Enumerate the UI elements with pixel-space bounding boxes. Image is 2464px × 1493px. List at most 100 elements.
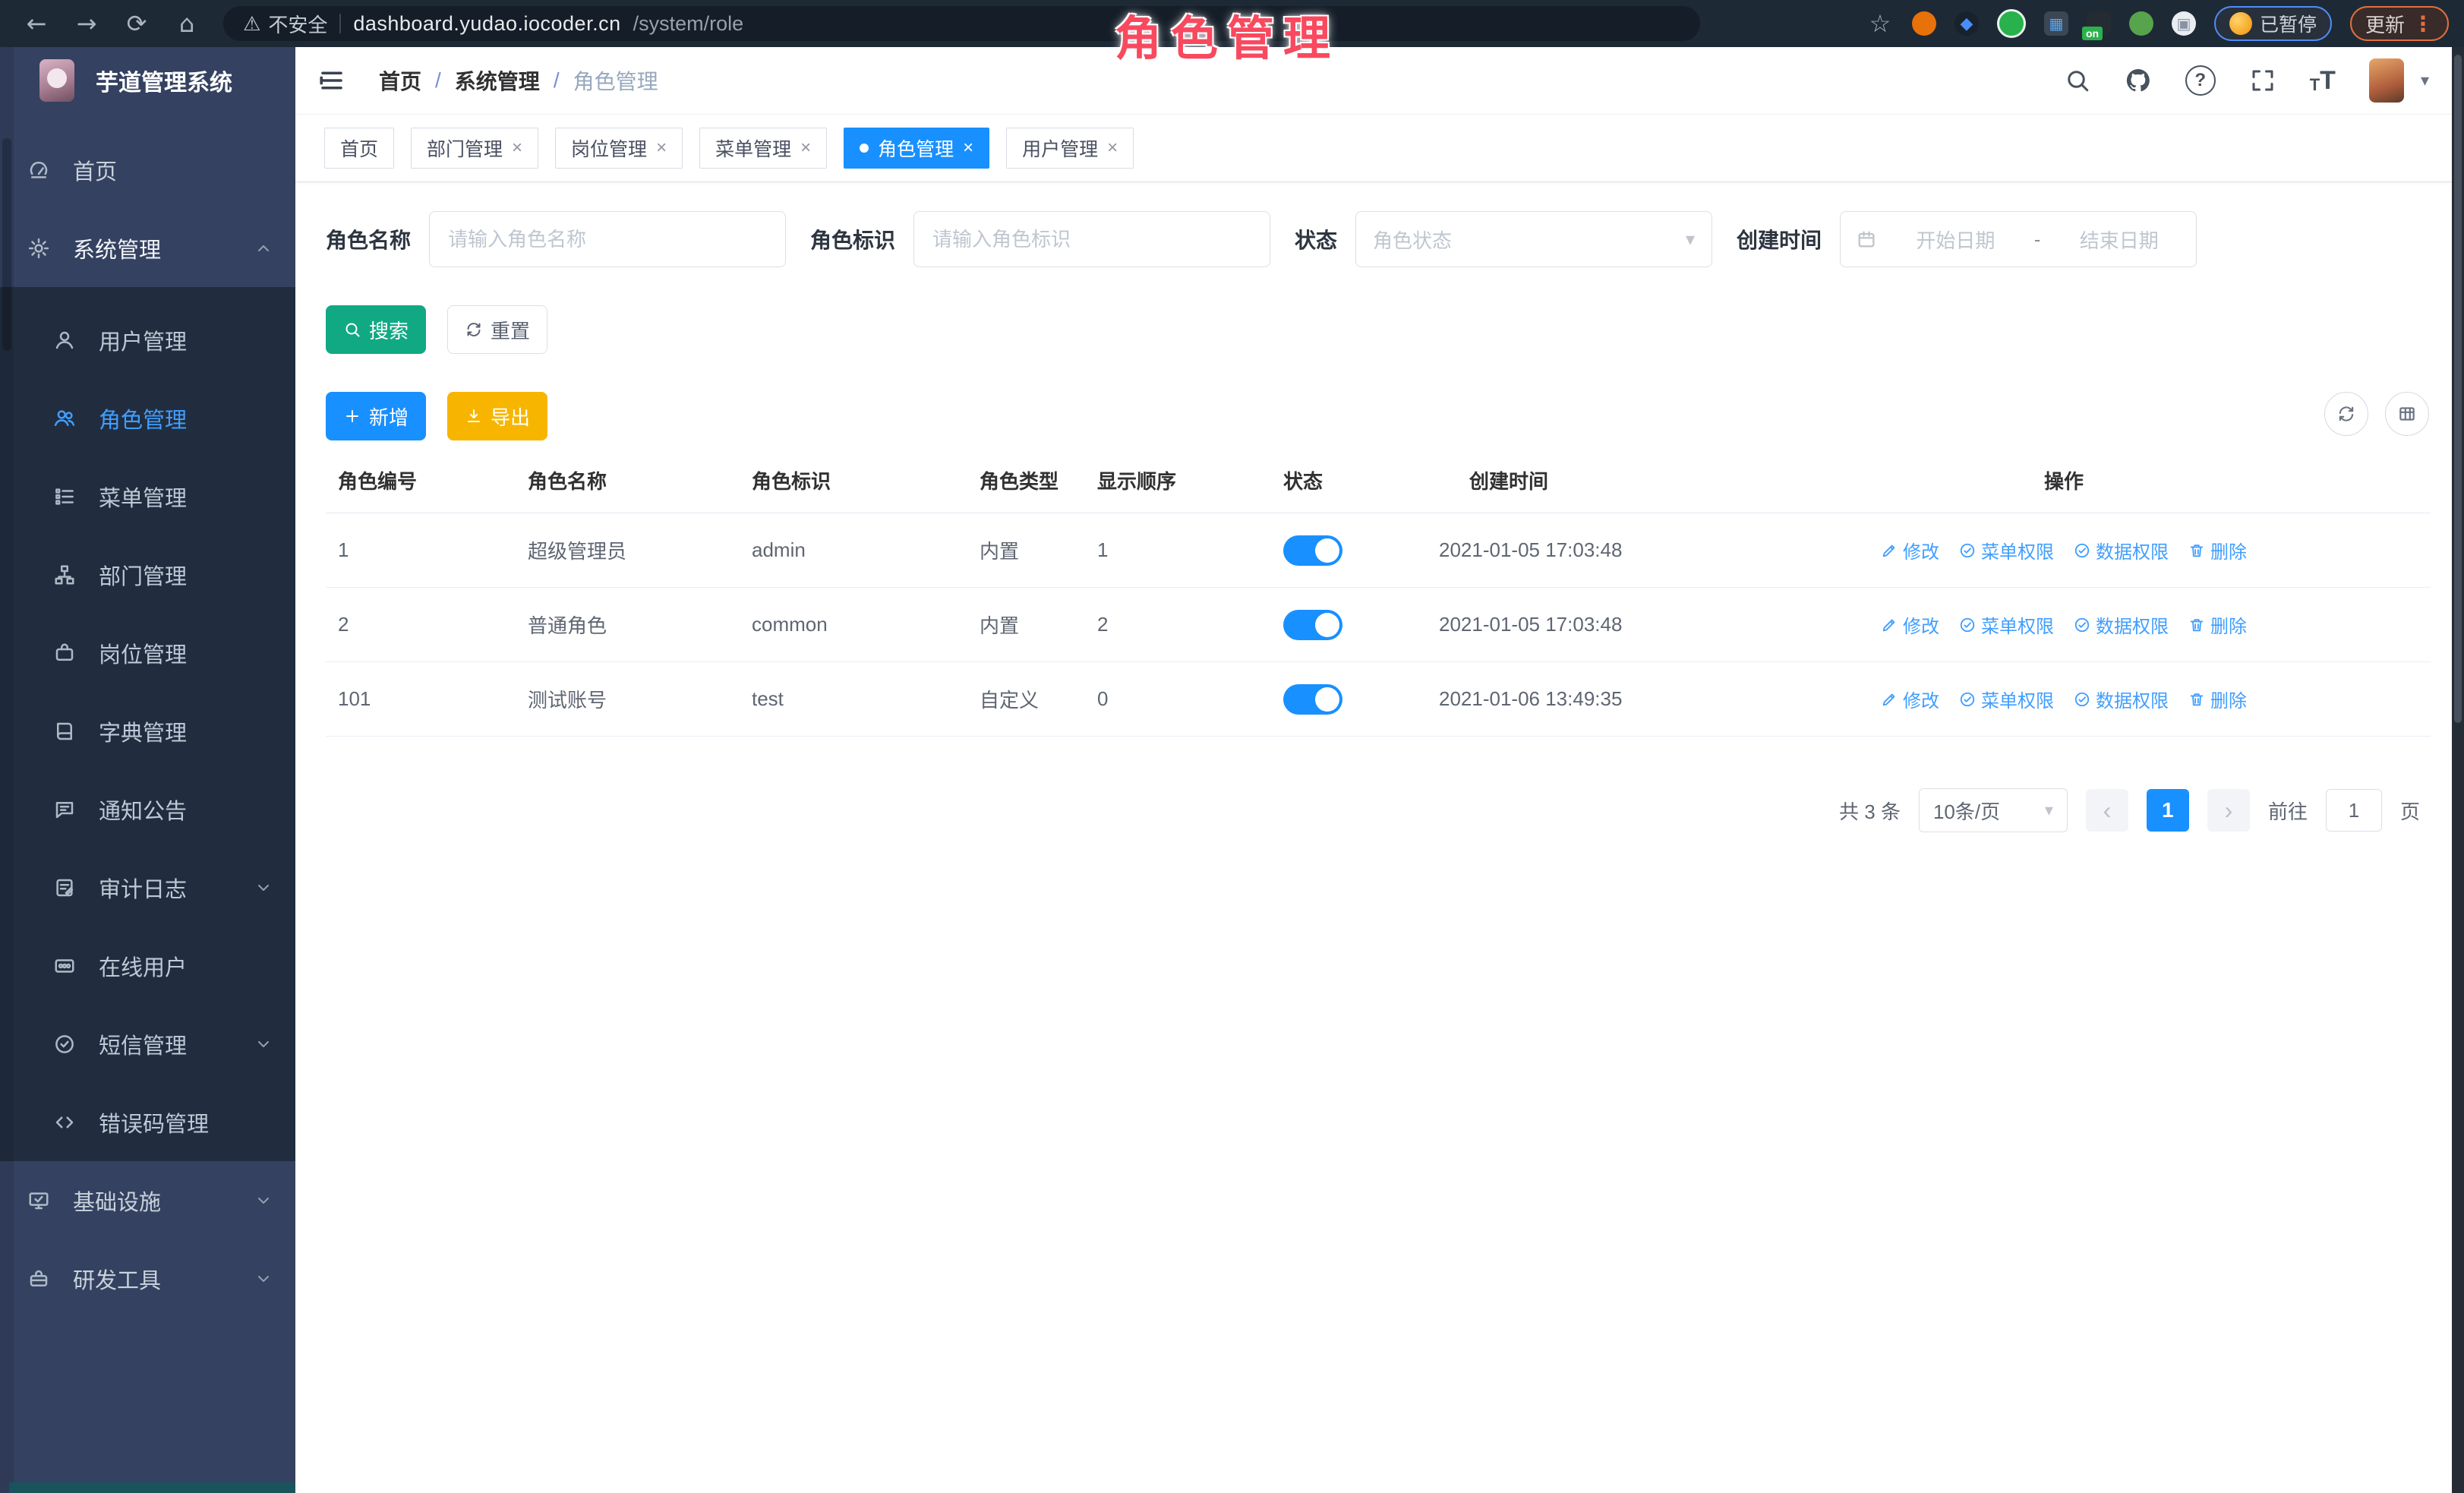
avatar-caret-icon[interactable]: ▾ (2421, 71, 2429, 90)
tag-positions[interactable]: 岗位管理 × (555, 128, 683, 169)
sidebar-item-system[interactable]: 系统管理 (0, 209, 295, 287)
sidebar-item-sms[interactable]: 短信管理 (0, 1005, 295, 1083)
status-toggle[interactable] (1283, 610, 1342, 640)
search-icon[interactable] (2064, 67, 2091, 94)
bookmark-star-icon[interactable]: ☆ (1866, 9, 1894, 38)
close-icon[interactable]: × (656, 137, 667, 159)
home-icon[interactable]: ⌂ (166, 9, 208, 38)
menu-permission-link[interactable]: 菜单权限 (1959, 537, 2054, 563)
app-logo (39, 59, 74, 102)
tag-departments[interactable]: 部门管理 × (411, 128, 538, 169)
avatar[interactable] (2369, 58, 2404, 103)
security-warning[interactable]: ⚠ 不安全 (243, 10, 327, 38)
data-permission-link[interactable]: 数据权限 (2074, 537, 2169, 563)
sidebar-item-positions[interactable]: 岗位管理 (0, 614, 295, 692)
font-size-icon[interactable]: TT (2310, 68, 2336, 93)
extension-icon-monkey[interactable] (2129, 11, 2153, 36)
extension-icon-gem[interactable]: ◆ (1954, 11, 1979, 36)
page-scrollbar[interactable] (2452, 47, 2464, 1493)
top-navbar: 首页 / 系统管理 / 角色管理 ? TT (295, 47, 2452, 114)
page-scrollbar-thumb[interactable] (2454, 55, 2462, 723)
column-settings-button[interactable] (2385, 392, 2429, 436)
close-icon[interactable]: × (963, 137, 973, 159)
role-key-input[interactable] (913, 211, 1270, 267)
data-permission-link[interactable]: 数据权限 (2074, 611, 2169, 638)
extensions-puzzle-icon[interactable]: ▣ (2172, 11, 2196, 36)
back-icon[interactable]: ← (15, 9, 58, 38)
sidebar-item-infrastructure[interactable]: 基础设施 (0, 1161, 295, 1239)
search-button[interactable]: 搜索 (326, 305, 426, 354)
date-range-picker[interactable]: 开始日期 - 结束日期 (1840, 211, 2197, 267)
breadcrumb-system[interactable]: 系统管理 (455, 65, 540, 96)
close-icon[interactable]: × (800, 137, 811, 159)
refresh-table-button[interactable] (2324, 392, 2368, 436)
sidebar-item-dev-tools[interactable]: 研发工具 (0, 1239, 295, 1318)
next-page-button[interactable]: › (2207, 789, 2250, 832)
reset-button[interactable]: 重置 (447, 305, 547, 354)
page-size-select[interactable]: 10条/页 ▾ (1919, 788, 2068, 832)
delete-link[interactable]: 删除 (2188, 537, 2247, 563)
update-button[interactable]: 更新 ⋮ (2350, 6, 2449, 41)
extension-icon-proxy[interactable]: on (2087, 11, 2111, 36)
extension-icon-grid[interactable]: ▦ (2044, 11, 2068, 36)
circle-check-icon (1959, 542, 1976, 559)
sidebar-scrollbar[interactable] (0, 47, 14, 1493)
paused-pill[interactable]: 已暂停 (2214, 6, 2332, 41)
role-name-input[interactable] (429, 211, 786, 267)
sidebar-item-departments[interactable]: 部门管理 (0, 535, 295, 614)
sidebar-item-roles[interactable]: 角色管理 (0, 379, 295, 457)
help-icon[interactable]: ? (2185, 65, 2216, 96)
sidebar-item-online-users[interactable]: 在线用户 (0, 926, 295, 1005)
cell-role-name: 超级管理员 (516, 513, 740, 587)
app-logo-row[interactable]: 芋道管理系统 (0, 47, 295, 114)
sidebar-item-error-codes[interactable]: 错误码管理 (0, 1083, 295, 1161)
edit-link[interactable]: 修改 (1881, 686, 1939, 712)
add-button[interactable]: 新增 (326, 392, 426, 440)
status-toggle[interactable] (1283, 684, 1342, 715)
sidebar-item-home[interactable]: 首页 (0, 131, 295, 209)
status-select[interactable]: 角色状态 ▾ (1355, 211, 1712, 267)
tag-menus[interactable]: 菜单管理 × (699, 128, 827, 169)
sidebar-item-label: 角色管理 (99, 402, 187, 434)
col-header: 创建时间 (1427, 448, 1837, 513)
github-icon[interactable] (2125, 67, 2152, 94)
sidebar-item-menus[interactable]: 菜单管理 (0, 457, 295, 535)
fullscreen-icon[interactable] (2249, 67, 2276, 94)
hamburger-icon[interactable] (318, 67, 345, 94)
breadcrumb-home[interactable]: 首页 (379, 65, 421, 96)
forward-icon[interactable]: → (65, 9, 108, 38)
data-permission-link[interactable]: 数据权限 (2074, 686, 2169, 712)
extension-icon-green[interactable] (1997, 9, 2026, 38)
sidebar-item-notices[interactable]: 通知公告 (0, 770, 295, 848)
table-row: 1 超级管理员 admin 内置 1 2021-01-05 17:03:48 修… (326, 513, 2431, 588)
sidebar-item-users[interactable]: 用户管理 (0, 301, 295, 379)
menu-permission-link[interactable]: 菜单权限 (1959, 686, 2054, 712)
edit-link[interactable]: 修改 (1881, 537, 1939, 563)
prev-page-button[interactable]: ‹ (2086, 789, 2128, 832)
end-date-placeholder[interactable]: 结束日期 (2057, 226, 2181, 254)
sidebar-scrollbar-thumb[interactable] (2, 138, 11, 351)
edit-link[interactable]: 修改 (1881, 611, 1939, 638)
tag-users[interactable]: 用户管理 × (1006, 128, 1134, 169)
sidebar-item-dictionary[interactable]: 字典管理 (0, 692, 295, 770)
role-name-label: 角色名称 (326, 224, 411, 254)
address-bar[interactable]: ⚠ 不安全 dashboard.yudao.iocoder.cn /system… (223, 6, 1700, 41)
status-toggle[interactable] (1283, 535, 1342, 566)
export-button[interactable]: 导出 (447, 392, 547, 440)
delete-link[interactable]: 删除 (2188, 611, 2247, 638)
chrome-menu-icon[interactable]: ⋮ (2412, 11, 2434, 36)
cell-role-id: 1 (326, 513, 516, 587)
menu-permission-link[interactable]: 菜单权限 (1959, 611, 2054, 638)
roles-table: 角色编号 角色名称 角色标识 角色类型 显示顺序 状态 创建时间 操作 1 超级… (326, 448, 2431, 737)
page-1-button[interactable]: 1 (2147, 789, 2189, 832)
sidebar-item-audit-log[interactable]: 审计日志 (0, 848, 295, 926)
tag-roles-active[interactable]: 角色管理 × (844, 128, 989, 169)
goto-page-input[interactable] (2326, 789, 2382, 832)
reload-icon[interactable]: ⟳ (115, 9, 158, 38)
close-icon[interactable]: × (1107, 137, 1118, 159)
delete-link[interactable]: 删除 (2188, 686, 2247, 712)
extension-icon-orange[interactable] (1912, 11, 1936, 36)
close-icon[interactable]: × (512, 137, 522, 159)
tag-home[interactable]: 首页 (324, 128, 394, 169)
start-date-placeholder[interactable]: 开始日期 (1894, 226, 2018, 254)
